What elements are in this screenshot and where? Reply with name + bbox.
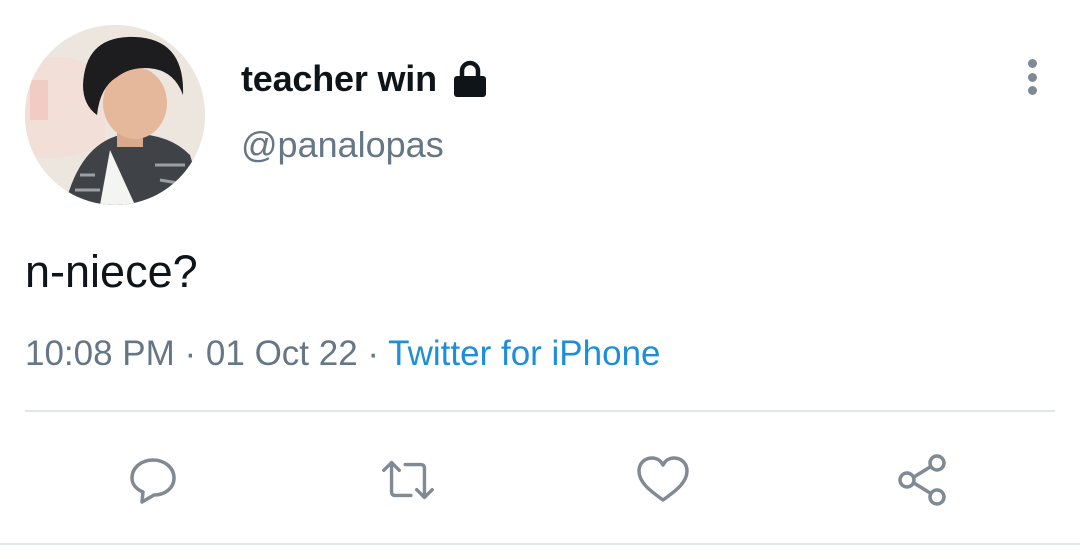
meta-separator: ·	[174, 334, 206, 373]
tweet-time: 10:08 PM	[25, 334, 175, 373]
divider	[25, 410, 1055, 412]
share-button[interactable]	[893, 450, 953, 510]
meta-separator: ·	[357, 334, 389, 373]
avatar-photo	[25, 25, 205, 205]
lock-icon	[451, 59, 489, 99]
tweet-detail: teacher win @panalopas n-niece? 10:08 PM…	[0, 0, 1080, 559]
tweet-date: 01 Oct 22	[205, 334, 358, 373]
bottom-divider	[0, 543, 1080, 545]
reply-button[interactable]	[123, 450, 183, 510]
avatar[interactable]	[25, 25, 205, 205]
author-name-row: teacher win	[241, 55, 489, 103]
retweet-icon	[382, 460, 434, 500]
comment-icon	[130, 458, 176, 504]
more-options-icon[interactable]	[1012, 55, 1052, 99]
tweet-meta: 10:08 PM · 01 Oct 22 · Twitter for iPhon…	[25, 332, 661, 376]
heart-icon	[637, 456, 689, 502]
like-button[interactable]	[633, 450, 693, 510]
tweet-text: n-niece?	[25, 246, 198, 297]
display-name[interactable]: teacher win	[241, 58, 437, 100]
author-handle[interactable]: @panalopas	[241, 124, 444, 166]
retweet-button[interactable]	[378, 450, 438, 510]
share-icon	[898, 454, 946, 506]
tweet-source-link[interactable]: Twitter for iPhone	[388, 334, 660, 373]
